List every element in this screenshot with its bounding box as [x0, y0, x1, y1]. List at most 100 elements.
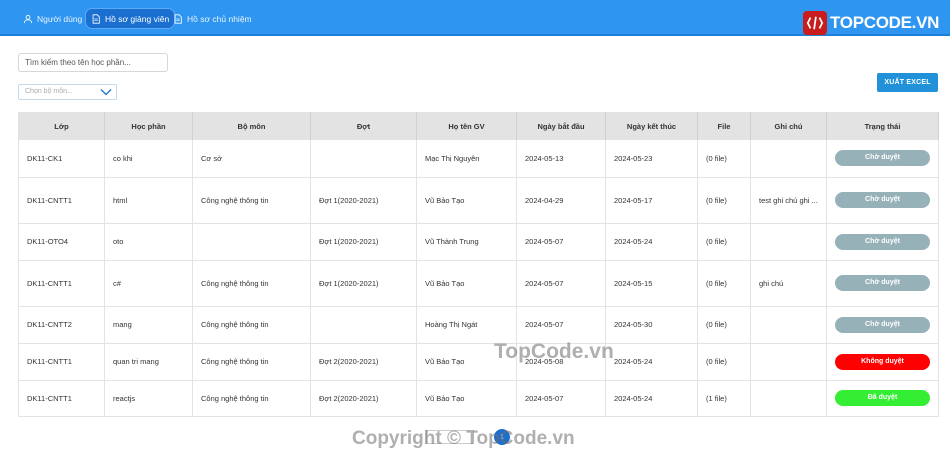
cell-class: DK11-CNTT1 — [18, 380, 105, 417]
cell-start-date: 2024-04-29 — [516, 177, 606, 224]
cell-file[interactable]: (0 file) — [697, 140, 751, 178]
status-badge[interactable]: Chờ duyệt — [835, 150, 930, 167]
records-table: Lớp Học phần Bộ môn Đợt Họ tên GV Ngày b… — [18, 112, 939, 417]
column-header-class[interactable]: Lớp — [18, 112, 105, 140]
cell-file[interactable]: (0 file) — [697, 223, 751, 261]
column-header-lecturer[interactable]: Họ tên GV — [416, 112, 517, 140]
cell-batch: Đợt 1(2020-2021) — [310, 223, 417, 261]
status-badge[interactable]: Chờ duyệt — [835, 316, 930, 333]
cell-end-date: 2024-05-24 — [605, 380, 698, 417]
column-header-note[interactable]: Ghi chú — [750, 112, 827, 140]
cell-lecturer: Vũ Thành Trung — [416, 223, 517, 261]
cell-class: DK11-CNTT1 — [18, 260, 105, 307]
cell-department: Công nghệ thông tin — [192, 380, 311, 417]
cell-department: Công nghệ thông tin — [192, 260, 311, 307]
cell-course: oto — [104, 223, 193, 261]
column-header-end-date[interactable]: Ngày kết thúc — [605, 112, 698, 140]
column-header-file[interactable]: File — [697, 112, 751, 140]
tab-users[interactable]: Người dùng — [18, 8, 87, 29]
table-header-row: Lớp Học phần Bộ môn Đợt Họ tên GV Ngày b… — [18, 112, 939, 140]
cell-course: co khi — [104, 140, 193, 178]
table-row: DK11-CNTT1 reactjs Công nghệ thông tin Đợt … — [18, 380, 939, 417]
cell-department — [192, 223, 311, 261]
cell-file[interactable]: (1 file) — [697, 380, 751, 417]
cell-end-date: 2024-05-30 — [605, 306, 698, 344]
column-header-department[interactable]: Bộ môn — [192, 112, 311, 140]
status-badge[interactable]: Đã duyệt — [835, 390, 930, 406]
cell-start-date: 2024-05-13 — [516, 140, 606, 178]
status-badge[interactable]: Chờ duyệt — [835, 233, 930, 250]
brand-logo: TOPCODE.VN — [803, 10, 939, 35]
top-navbar: Người dùng Hồ sơ giảng viên Hồ sơ chủ nh… — [0, 0, 950, 36]
table-row: DK11-CNTT2 mang Công nghệ thông tin Hoàng T… — [18, 306, 939, 344]
document-icon — [92, 13, 100, 24]
cell-file[interactable]: (0 file) — [697, 306, 751, 344]
cell-course: html — [104, 177, 193, 224]
status-badge[interactable]: Chờ duyệt — [835, 192, 930, 208]
cell-course: reactjs — [104, 380, 193, 417]
cell-lecturer: Vũ Bảo Tạo — [416, 260, 517, 307]
cell-course: c# — [104, 260, 193, 307]
cell-start-date: 2024-05-07 — [516, 380, 606, 417]
department-select[interactable]: Chọn bộ môn... — [18, 84, 117, 100]
cell-lecturer: Mạc Thị Nguyên — [416, 140, 517, 178]
cell-status: Đã duyệt — [826, 380, 939, 417]
cell-department: Cơ sở — [192, 140, 311, 178]
cell-end-date: 2024-05-17 — [605, 177, 698, 224]
chevron-down-icon — [100, 89, 112, 96]
users-icon — [23, 14, 33, 23]
export-excel-button[interactable]: XUẤT EXCEL — [877, 73, 938, 92]
cell-class: DK11-CNTT1 — [18, 177, 105, 224]
cell-start-date: 2024-05-08 — [516, 343, 606, 381]
cell-note — [750, 343, 827, 381]
cell-department: Công nghệ thông tin — [192, 343, 311, 381]
cell-course: quan tri mang — [104, 343, 193, 381]
cell-end-date: 2024-05-24 — [605, 223, 698, 261]
column-header-course[interactable]: Học phần — [104, 112, 193, 140]
department-select-placeholder: Chọn bộ môn... — [25, 88, 73, 95]
cell-status: Chờ duyệt — [826, 223, 939, 261]
tab-lecturer-records[interactable]: Hồ sơ giảng viên — [85, 8, 176, 29]
cell-note — [750, 223, 827, 261]
brand-mark-icon — [803, 10, 827, 35]
cell-file[interactable]: (0 file) — [697, 260, 751, 307]
cell-file[interactable]: (0 file) — [697, 343, 751, 381]
cell-class: DK11-OTO4 — [18, 223, 105, 261]
cell-end-date: 2024-05-15 — [605, 260, 698, 307]
brand-name: TOPCODE.VN — [830, 12, 940, 32]
cell-note — [750, 380, 827, 417]
table-row: DK11-CNTT1 c# Công nghệ thông tin Đợt 1(202… — [18, 260, 939, 307]
column-header-status[interactable]: Trạng thái — [826, 112, 939, 140]
cell-class: DK11-CK1 — [18, 140, 105, 178]
pagination: 1 — [426, 429, 510, 445]
status-badge[interactable]: Chờ duyệt — [835, 275, 930, 291]
tab-supervisor-records-label: Hồ sơ chủ nhiệm — [187, 13, 252, 24]
column-header-start-date[interactable]: Ngày bắt đầu — [516, 112, 606, 140]
cell-lecturer: Vũ Bảo Tạo — [416, 177, 517, 224]
tab-lecturer-records-label: Hồ sơ giảng viên — [105, 13, 170, 24]
cell-course: mang — [104, 306, 193, 344]
cell-status: Chờ duyệt — [826, 260, 939, 307]
cell-file[interactable]: (0 file) — [697, 177, 751, 224]
page-size-select[interactable] — [426, 430, 474, 444]
cell-status: Chờ duyệt — [826, 140, 939, 178]
status-badge[interactable]: Không duyệt — [835, 353, 930, 370]
cell-batch — [310, 306, 417, 344]
cell-department: Công nghệ thông tin — [192, 306, 311, 344]
table-row: DK11-CNTT1 html Công nghệ thông tin Đợt 1(2… — [18, 177, 939, 224]
cell-start-date: 2024-05-07 — [516, 223, 606, 261]
cell-batch: Đợt 2(2020-2021) — [310, 380, 417, 417]
cell-status: Chờ duyệt — [826, 306, 939, 344]
cell-batch: Đợt 1(2020-2021) — [310, 260, 417, 307]
cell-batch: Đợt 1(2020-2021) — [310, 177, 417, 224]
search-input[interactable] — [18, 53, 168, 72]
table-row: DK11-CK1 co khi Cơ sở Mạc Thị Nguyên 2024-05… — [18, 140, 939, 178]
cell-start-date: 2024-05-07 — [516, 306, 606, 344]
cell-note: test ghi chú ghi ... — [750, 177, 827, 224]
tab-supervisor-records[interactable]: Hồ sơ chủ nhiệm — [168, 8, 257, 29]
column-header-batch[interactable]: Đợt — [310, 112, 417, 140]
page-button-current[interactable]: 1 — [494, 429, 510, 445]
cell-status: Không duyệt — [826, 343, 939, 381]
cell-class: DK11-CNTT1 — [18, 343, 105, 381]
cell-note: ghi chú — [750, 260, 827, 307]
